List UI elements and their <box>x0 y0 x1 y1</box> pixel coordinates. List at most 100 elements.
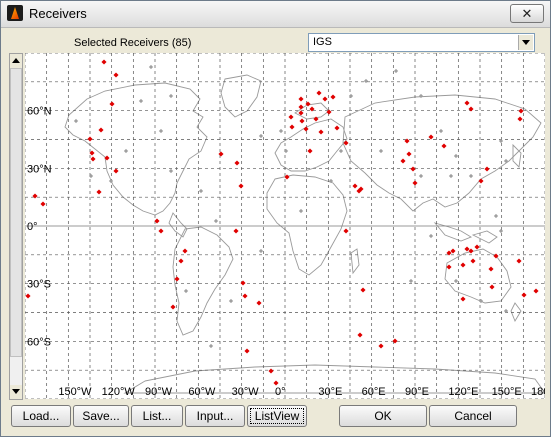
receiver-marker-selected[interactable] <box>352 183 358 189</box>
receiver-marker-unselected[interactable] <box>258 133 264 139</box>
receiver-marker-selected[interactable] <box>326 109 332 115</box>
receiver-marker-selected[interactable] <box>244 348 250 354</box>
receiver-marker-selected[interactable] <box>32 193 38 199</box>
receiver-marker-unselected[interactable] <box>278 128 284 134</box>
save-button[interactable]: Save... <box>73 405 129 427</box>
receiver-marker-selected[interactable] <box>518 108 524 114</box>
receiver-marker-unselected[interactable] <box>168 93 174 99</box>
map-canvas[interactable]: 60°N 30°N 0° 30°S 60°S 150°W 120°W 90°W 60°W 30°W… <box>25 53 545 399</box>
receiver-marker-unselected[interactable] <box>408 278 414 284</box>
receiver-marker-selected[interactable] <box>218 151 224 157</box>
receiver-marker-selected[interactable] <box>533 288 539 294</box>
receiver-marker-selected[interactable] <box>441 143 447 149</box>
receiver-marker-unselected[interactable] <box>123 148 129 154</box>
receiver-marker-selected[interactable] <box>113 72 119 78</box>
receiver-marker-selected[interactable] <box>360 287 366 293</box>
scroll-up-icon[interactable] <box>10 54 22 68</box>
receiver-marker-selected[interactable] <box>307 148 313 154</box>
receiver-marker-selected[interactable] <box>233 228 239 234</box>
receiver-marker-unselected[interactable] <box>453 153 459 159</box>
receiver-marker-unselected[interactable] <box>158 128 164 134</box>
receiver-marker-selected[interactable] <box>343 228 349 234</box>
receiver-marker-selected[interactable] <box>178 258 184 264</box>
receiver-marker-selected[interactable] <box>464 100 470 106</box>
receiver-marker-unselected[interactable] <box>418 93 424 99</box>
scroll-thumb[interactable] <box>10 68 22 357</box>
receiver-marker-selected[interactable] <box>174 276 180 282</box>
cancel-button[interactable]: Cancel <box>429 405 517 427</box>
receiver-marker-selected[interactable] <box>330 94 336 100</box>
receiver-marker-selected[interactable] <box>234 160 240 166</box>
receiver-marker-selected[interactable] <box>273 380 279 386</box>
receiver-marker-unselected[interactable] <box>378 148 384 154</box>
receiver-marker-selected[interactable] <box>489 284 495 290</box>
receiver-marker-unselected[interactable] <box>498 228 504 234</box>
receiver-marker-selected[interactable] <box>288 114 294 120</box>
receiver-marker-unselected[interactable] <box>338 148 344 154</box>
receiver-marker-selected[interactable] <box>460 262 466 268</box>
receiver-marker-selected[interactable] <box>474 244 480 250</box>
ok-button[interactable]: OK <box>339 405 427 427</box>
receiver-marker-selected[interactable] <box>318 129 324 135</box>
receiver-marker-unselected[interactable] <box>468 173 474 179</box>
receiver-marker-unselected[interactable] <box>478 298 484 304</box>
list-button[interactable]: List... <box>131 405 183 427</box>
receiver-marker-unselected[interactable] <box>228 298 234 304</box>
receiver-marker-selected[interactable] <box>96 189 102 195</box>
input-button[interactable]: Input... <box>185 405 245 427</box>
receiver-marker-unselected[interactable] <box>283 148 289 154</box>
scroll-down-icon[interactable] <box>10 385 22 399</box>
receiver-marker-selected[interactable] <box>109 101 115 107</box>
receiver-marker-selected[interactable] <box>289 124 295 130</box>
receiver-marker-selected[interactable] <box>378 343 384 349</box>
receiver-marker-selected[interactable] <box>158 228 164 234</box>
receiver-marker-unselected[interactable] <box>88 173 94 179</box>
receiver-marker-selected[interactable] <box>90 156 96 162</box>
receiver-marker-selected[interactable] <box>113 168 119 174</box>
receiver-marker-selected[interactable] <box>101 59 107 65</box>
load-button[interactable]: Load... <box>11 405 71 427</box>
receiver-marker-unselected[interactable] <box>453 278 459 284</box>
receiver-marker-selected[interactable] <box>322 96 328 102</box>
receiver-marker-selected[interactable] <box>256 300 262 306</box>
receiver-marker-unselected[interactable] <box>208 343 214 349</box>
receiver-marker-selected[interactable] <box>98 127 104 133</box>
receiver-marker-selected[interactable] <box>478 178 484 184</box>
receiver-marker-selected[interactable] <box>400 158 406 164</box>
receiver-marker-unselected[interactable] <box>213 218 219 224</box>
receiver-marker-selected[interactable] <box>517 116 523 122</box>
receiver-marker-selected[interactable] <box>170 304 176 310</box>
receiver-marker-selected[interactable] <box>460 296 466 302</box>
receiver-marker-selected[interactable] <box>516 258 522 264</box>
receiver-marker-unselected[interactable] <box>348 93 354 99</box>
receiver-marker-selected[interactable] <box>470 258 476 264</box>
receiver-marker-unselected[interactable] <box>428 233 434 239</box>
world-map[interactable]: 60°N 30°N 0° 30°S 60°S 150°W 120°W 90°W 60°W 30°W… <box>25 53 545 399</box>
receiver-marker-selected[interactable] <box>182 248 188 254</box>
receiver-marker-selected[interactable] <box>521 292 527 298</box>
receiver-marker-unselected[interactable] <box>298 208 304 214</box>
receiver-marker-selected[interactable] <box>303 126 309 132</box>
receiver-marker-selected[interactable] <box>412 180 418 186</box>
map-scrollbar[interactable] <box>9 53 23 400</box>
receiver-marker-unselected[interactable] <box>138 98 144 104</box>
receiver-marker-unselected[interactable] <box>448 173 454 179</box>
receiver-marker-selected[interactable] <box>298 96 304 102</box>
receiver-marker-selected[interactable] <box>242 293 248 299</box>
close-button[interactable]: ✕ <box>510 4 544 23</box>
receiver-marker-unselected[interactable] <box>438 128 444 134</box>
receiver-marker-selected[interactable] <box>428 134 434 140</box>
receiver-marker-selected[interactable] <box>40 201 46 207</box>
receiver-marker-selected[interactable] <box>484 166 490 172</box>
receiver-marker-unselected[interactable] <box>393 68 399 74</box>
receiver-marker-unselected[interactable] <box>493 213 499 219</box>
network-select[interactable]: IGS <box>308 33 535 52</box>
receiver-marker-unselected[interactable] <box>73 118 79 124</box>
receiver-marker-selected[interactable] <box>488 266 494 272</box>
receiver-marker-unselected[interactable] <box>258 248 264 254</box>
receiver-marker-selected[interactable] <box>268 368 274 374</box>
receiver-marker-unselected[interactable] <box>148 64 154 70</box>
receiver-marker-unselected[interactable] <box>168 168 174 174</box>
receiver-marker-unselected[interactable] <box>198 188 204 194</box>
receiver-marker-selected[interactable] <box>240 280 246 286</box>
